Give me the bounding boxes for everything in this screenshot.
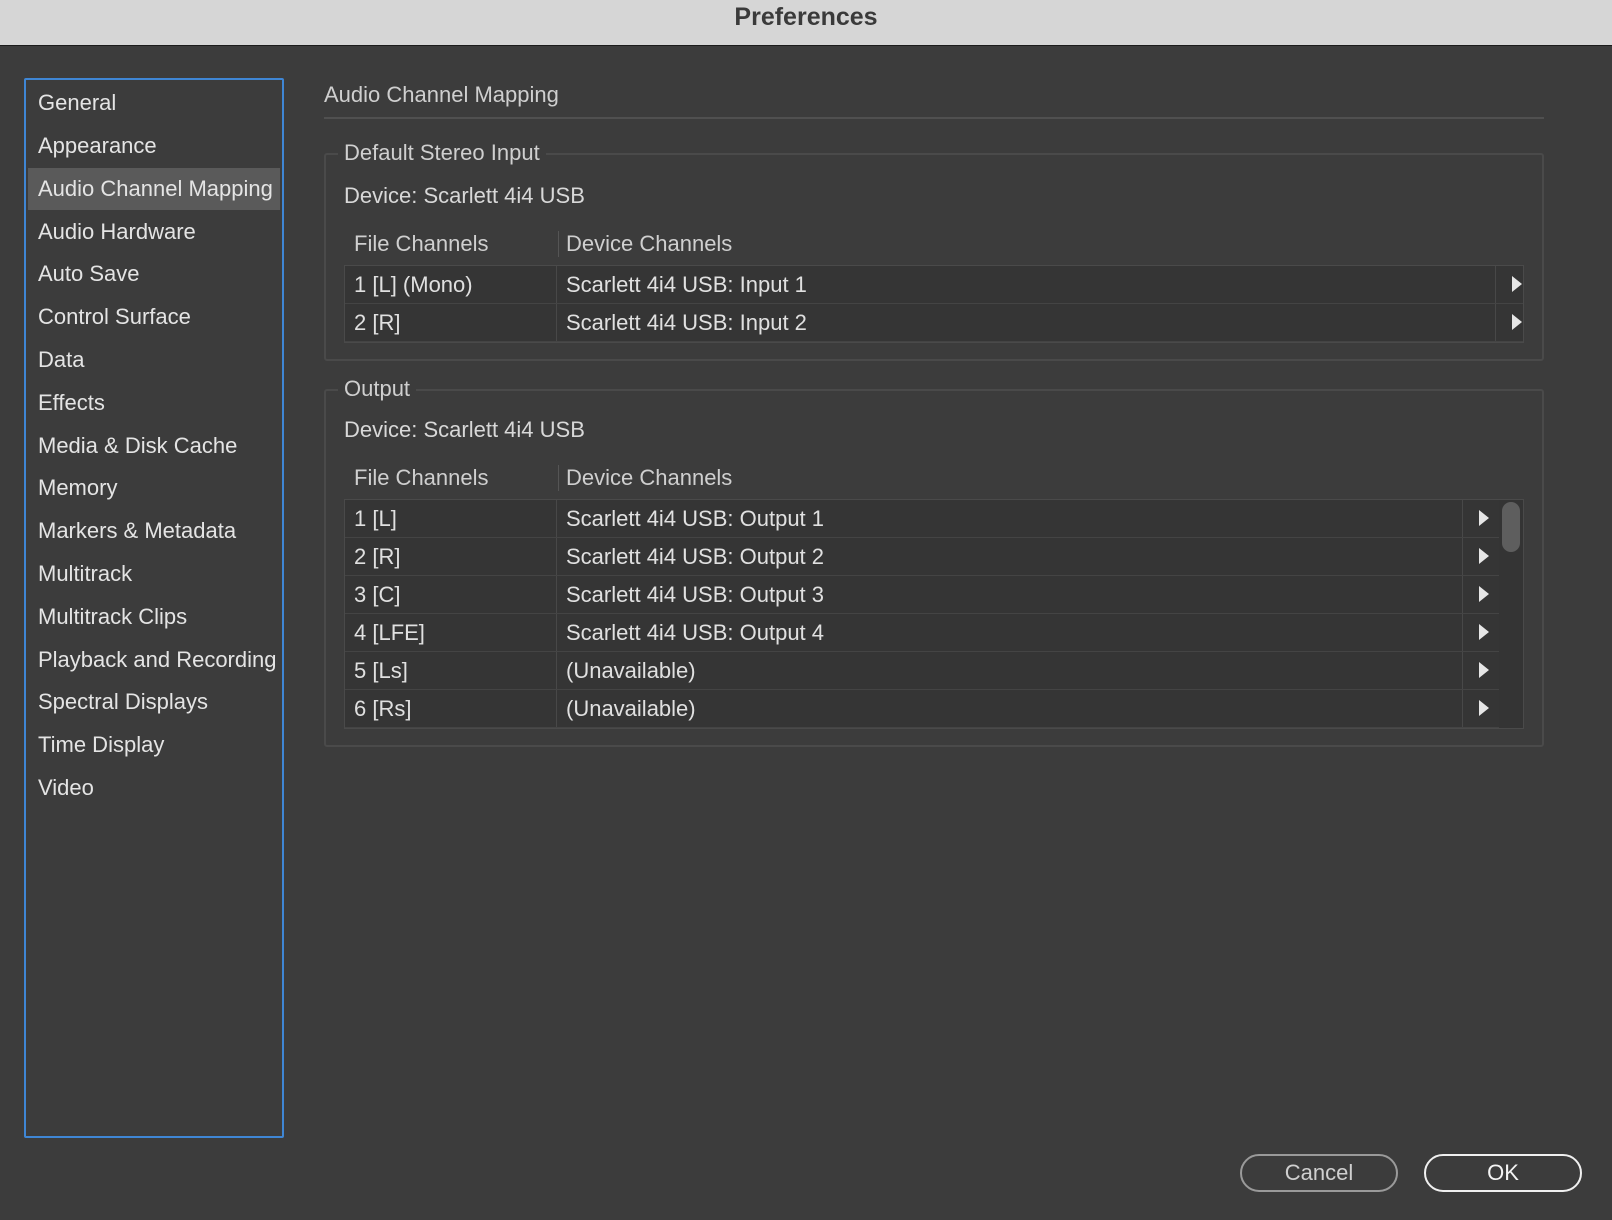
output-group: Output Device: Scarlett 4i4 USB File Cha…	[324, 374, 1544, 747]
device-channel-cell: Scarlett 4i4 USB: Output 1	[557, 500, 1463, 537]
cancel-button[interactable]: Cancel	[1240, 1154, 1398, 1192]
input-group-legend: Default Stereo Input	[338, 138, 546, 168]
output-table-scrollbar[interactable]	[1502, 502, 1520, 552]
input-group: Default Stereo Input Device: Scarlett 4i…	[324, 138, 1544, 361]
sidebar-item-effects[interactable]: Effects	[28, 382, 280, 424]
row-menu-button[interactable]	[1496, 266, 1536, 303]
file-channel-cell: 4 [LFE]	[345, 614, 557, 651]
sidebar-item-appearance[interactable]: Appearance	[28, 125, 280, 167]
table-row[interactable]: 1 [L] Scarlett 4i4 USB: Output 1	[345, 500, 1499, 538]
input-device-label: Device: Scarlett 4i4 USB	[344, 183, 585, 208]
device-channel-cell: Scarlett 4i4 USB: Input 1	[557, 266, 1496, 303]
table-row[interactable]: 2 [R] Scarlett 4i4 USB: Input 2	[345, 304, 1523, 342]
triangle-right-icon	[1479, 548, 1489, 564]
sidebar-item-data[interactable]: Data	[28, 339, 280, 381]
input-mapping-table: 1 [L] (Mono) Scarlett 4i4 USB: Input 1 2…	[344, 265, 1524, 343]
device-channel-cell: Scarlett 4i4 USB: Output 4	[557, 614, 1463, 651]
output-col-file-channels: File Channels	[354, 465, 489, 490]
output-device-label: Device: Scarlett 4i4 USB	[344, 417, 585, 442]
row-menu-button[interactable]	[1463, 614, 1503, 651]
table-row[interactable]: 4 [LFE] Scarlett 4i4 USB: Output 4	[345, 614, 1499, 652]
sidebar-item-spectral-displays[interactable]: Spectral Displays	[28, 681, 280, 723]
device-channel-cell: Scarlett 4i4 USB: Input 2	[557, 304, 1496, 341]
triangle-right-icon	[1479, 510, 1489, 526]
triangle-right-icon	[1479, 624, 1489, 640]
sidebar-item-memory[interactable]: Memory	[28, 467, 280, 509]
title-bar: Preferences	[0, 0, 1612, 46]
device-channel-cell: Scarlett 4i4 USB: Output 3	[557, 576, 1463, 613]
row-menu-button[interactable]	[1463, 652, 1503, 689]
table-row[interactable]: 6 [Rs] (Unavailable)	[345, 690, 1499, 728]
table-row[interactable]: 2 [R] Scarlett 4i4 USB: Output 2	[345, 538, 1499, 576]
sidebar-item-audio-hardware[interactable]: Audio Hardware	[28, 211, 280, 253]
sidebar-item-media-disk-cache[interactable]: Media & Disk Cache	[28, 425, 280, 467]
table-row[interactable]: 1 [L] (Mono) Scarlett 4i4 USB: Input 1	[345, 266, 1523, 304]
sidebar-item-markers-metadata[interactable]: Markers & Metadata	[28, 510, 280, 552]
triangle-right-icon	[1479, 586, 1489, 602]
sidebar: General Appearance Audio Channel Mapping…	[24, 78, 284, 1138]
input-col-device-channels: Device Channels	[566, 231, 733, 256]
file-channel-cell: 1 [L]	[345, 500, 557, 537]
file-channel-cell: 3 [C]	[345, 576, 557, 613]
file-channel-cell: 2 [R]	[345, 304, 557, 341]
title-divider	[324, 117, 1544, 119]
file-channel-cell: 6 [Rs]	[345, 690, 557, 727]
device-channel-cell: (Unavailable)	[557, 690, 1463, 727]
page-title: Audio Channel Mapping	[324, 82, 559, 107]
triangle-right-icon	[1512, 314, 1522, 330]
file-channel-cell: 1 [L] (Mono)	[345, 266, 557, 303]
table-row[interactable]: 3 [C] Scarlett 4i4 USB: Output 3	[345, 576, 1499, 614]
row-menu-button[interactable]	[1496, 304, 1536, 341]
file-channel-cell: 2 [R]	[345, 538, 557, 575]
sidebar-item-audio-channel-mapping[interactable]: Audio Channel Mapping	[28, 168, 280, 210]
output-col-separator	[558, 465, 559, 491]
row-menu-button[interactable]	[1463, 500, 1503, 537]
row-menu-button[interactable]	[1463, 538, 1503, 575]
sidebar-item-general[interactable]: General	[28, 82, 280, 124]
ok-button[interactable]: OK	[1424, 1154, 1582, 1192]
sidebar-item-multitrack-clips[interactable]: Multitrack Clips	[28, 596, 280, 638]
device-channel-cell: Scarlett 4i4 USB: Output 2	[557, 538, 1463, 575]
input-col-file-channels: File Channels	[354, 231, 489, 256]
sidebar-item-playback-recording[interactable]: Playback and Recording	[28, 639, 280, 681]
output-col-device-channels: Device Channels	[566, 465, 733, 490]
triangle-right-icon	[1479, 700, 1489, 716]
sidebar-item-auto-save[interactable]: Auto Save	[28, 253, 280, 295]
input-col-separator	[558, 231, 559, 257]
sidebar-item-multitrack[interactable]: Multitrack	[28, 553, 280, 595]
file-channel-cell: 5 [Ls]	[345, 652, 557, 689]
sidebar-item-time-display[interactable]: Time Display	[28, 724, 280, 766]
sidebar-item-control-surface[interactable]: Control Surface	[28, 296, 280, 338]
row-menu-button[interactable]	[1463, 690, 1503, 727]
device-channel-cell: (Unavailable)	[557, 652, 1463, 689]
table-row[interactable]: 5 [Ls] (Unavailable)	[345, 652, 1499, 690]
row-menu-button[interactable]	[1463, 576, 1503, 613]
output-group-legend: Output	[338, 374, 417, 404]
triangle-right-icon	[1512, 276, 1522, 292]
window-title: Preferences	[734, 3, 878, 31]
output-mapping-table: 1 [L] Scarlett 4i4 USB: Output 1 2 [R] S…	[344, 499, 1524, 729]
triangle-right-icon	[1479, 662, 1489, 678]
sidebar-item-video[interactable]: Video	[28, 767, 280, 809]
